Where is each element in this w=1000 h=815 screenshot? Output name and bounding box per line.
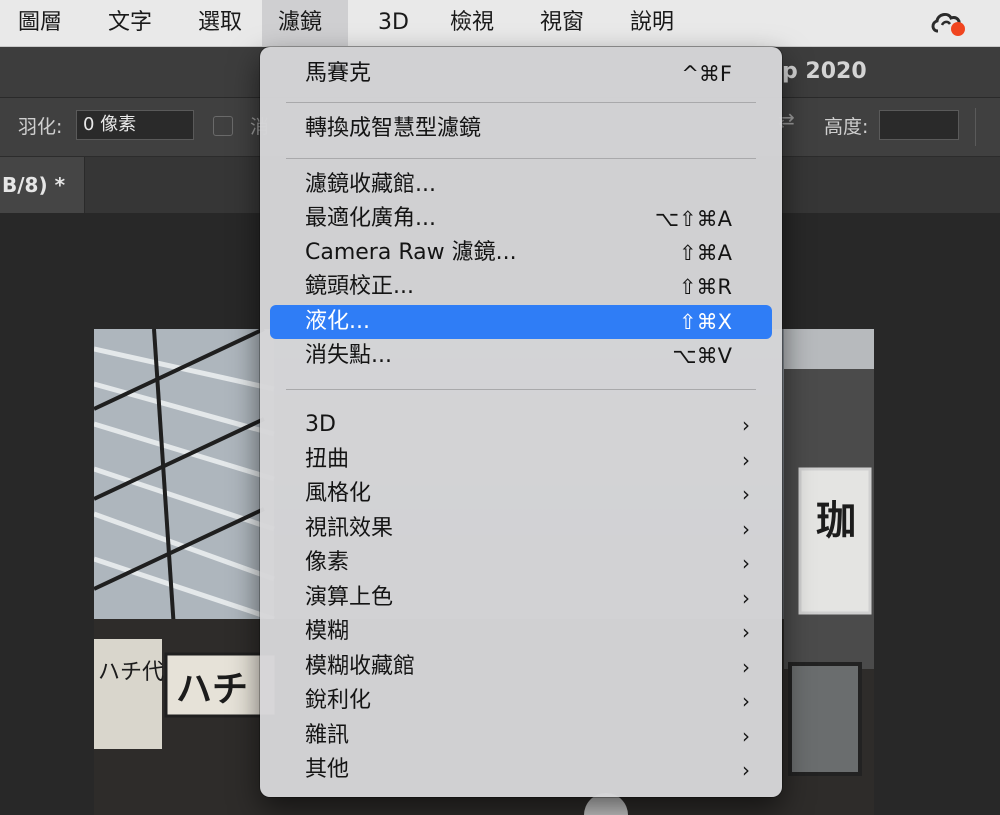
- menu-item-filter-gallery[interactable]: 濾鏡收藏館...: [270, 168, 772, 202]
- feather-input[interactable]: 0 像素: [76, 110, 194, 140]
- menu-item-label: 消失點...: [305, 343, 392, 368]
- menu-item-label: 其他: [305, 757, 350, 782]
- submenu-arrow-icon: ›: [742, 517, 750, 541]
- menu-item-label: 最適化廣角...: [305, 206, 436, 231]
- menu-filter[interactable]: 濾鏡: [262, 0, 348, 46]
- menu-item-adaptive-wide-angle[interactable]: 最適化廣角... ⌥⇧⌘A: [270, 202, 772, 236]
- menu-item-3d[interactable]: 3D ›: [270, 408, 772, 442]
- menu-item-label: 風格化: [305, 481, 372, 506]
- menu-window[interactable]: 視窗: [526, 0, 598, 46]
- submenu-arrow-icon: ›: [742, 620, 750, 644]
- menu-item-sharpen[interactable]: 銳利化 ›: [270, 684, 772, 718]
- submenu-arrow-icon: ›: [742, 689, 750, 713]
- menu-help[interactable]: 說明: [616, 0, 688, 46]
- menu-separator: [286, 389, 756, 390]
- height-input[interactable]: [879, 110, 959, 140]
- filter-menu-dropdown: 馬賽克 ^⌘F 轉換成智慧型濾鏡 濾鏡收藏館... 最適化廣角... ⌥⇧⌘A …: [260, 47, 782, 797]
- menu-item-shortcut: ⌥⌘V: [672, 344, 732, 368]
- submenu-arrow-icon: ›: [742, 551, 750, 575]
- menu-item-stylize[interactable]: 風格化 ›: [270, 477, 772, 511]
- options-divider: [975, 108, 976, 146]
- menu-item-noise[interactable]: 雜訊 ›: [270, 719, 772, 753]
- document-tab-label: B/8) *: [2, 173, 66, 197]
- menu-item-shortcut: ⇧⌘A: [679, 241, 732, 265]
- submenu-arrow-icon: ›: [742, 448, 750, 472]
- photo-sign-left: ハチ: [176, 669, 248, 710]
- submenu-arrow-icon: ›: [742, 482, 750, 506]
- menu-item-liquify[interactable]: 液化... ⇧⌘X: [270, 305, 772, 339]
- menu-item-shortcut: ^⌘F: [681, 62, 732, 86]
- submenu-arrow-icon: ›: [742, 586, 750, 610]
- menu-item-pixelate[interactable]: 像素 ›: [270, 546, 772, 580]
- menu-item-label: 液化...: [305, 309, 370, 334]
- menu-item-label: Camera Raw 濾鏡...: [305, 240, 517, 265]
- feather-label: 羽化:: [18, 116, 63, 138]
- menu-item-shortcut: ⇧⌘R: [678, 275, 732, 299]
- menu-item-label: 視訊效果: [305, 516, 394, 541]
- document-tab[interactable]: B/8) *: [0, 157, 85, 213]
- submenu-arrow-icon: ›: [742, 655, 750, 679]
- menu-item-label: 3D: [305, 412, 336, 437]
- menu-item-blur[interactable]: 模糊 ›: [270, 615, 772, 649]
- menu-item-video[interactable]: 視訊效果 ›: [270, 512, 772, 546]
- menu-item-label: 扭曲: [305, 447, 350, 472]
- menu-item-label: 像素: [305, 550, 350, 575]
- menu-item-label: 模糊收藏館: [305, 654, 416, 679]
- menu-layer[interactable]: 圖層: [4, 0, 76, 46]
- menu-item-label: 模糊: [305, 619, 350, 644]
- menu-item-label: 銳利化: [305, 688, 372, 713]
- submenu-arrow-icon: ›: [742, 724, 750, 748]
- menu-item-shortcut: ⌥⇧⌘A: [654, 207, 732, 231]
- menu-item-label: 雜訊: [305, 723, 350, 748]
- menu-item-distort[interactable]: 扭曲 ›: [270, 443, 772, 477]
- menu-item-shortcut: ⇧⌘X: [679, 310, 732, 334]
- photo-sign-right: 珈: [816, 498, 856, 544]
- photo-sign-left-vertical: ハチ代: [98, 660, 164, 685]
- menu-item-label: 馬賽克: [305, 61, 372, 86]
- menu-bar: 圖層 文字 選取 濾鏡 3D 檢視 視窗 說明: [0, 0, 1000, 47]
- menu-item-convert-smart-filter[interactable]: 轉換成智慧型濾鏡: [270, 112, 772, 146]
- menu-item-blur-gallery[interactable]: 模糊收藏館 ›: [270, 650, 772, 684]
- menu-type[interactable]: 文字: [94, 0, 166, 46]
- menu-item-label: 鏡頭校正...: [305, 274, 414, 299]
- menu-item-label: 演算上色: [305, 585, 394, 610]
- menu-separator: [286, 158, 756, 159]
- menu-separator: [286, 102, 756, 103]
- menu-item-vanishing-point[interactable]: 消失點... ⌥⌘V: [270, 339, 772, 373]
- submenu-arrow-icon: ›: [742, 413, 750, 437]
- menu-view[interactable]: 檢視: [436, 0, 508, 46]
- menu-item-render[interactable]: 演算上色 ›: [270, 581, 772, 615]
- menu-select[interactable]: 選取: [184, 0, 256, 46]
- creative-cloud-icon[interactable]: [930, 9, 966, 37]
- menu-3d[interactable]: 3D: [364, 0, 423, 46]
- menu-item-label: 轉換成智慧型濾鏡: [305, 116, 482, 141]
- anti-alias-checkbox[interactable]: [213, 116, 233, 136]
- menu-item-mosaic[interactable]: 馬賽克 ^⌘F: [270, 57, 772, 91]
- menu-item-label: 濾鏡收藏館...: [305, 172, 436, 197]
- app-title: p 2020: [782, 59, 867, 84]
- menu-item-camera-raw-filter[interactable]: Camera Raw 濾鏡... ⇧⌘A: [270, 236, 772, 270]
- menu-item-lens-correction[interactable]: 鏡頭校正... ⇧⌘R: [270, 270, 772, 304]
- height-label: 高度:: [824, 116, 869, 138]
- submenu-arrow-icon: ›: [742, 758, 750, 782]
- menu-item-other[interactable]: 其他 ›: [270, 753, 772, 787]
